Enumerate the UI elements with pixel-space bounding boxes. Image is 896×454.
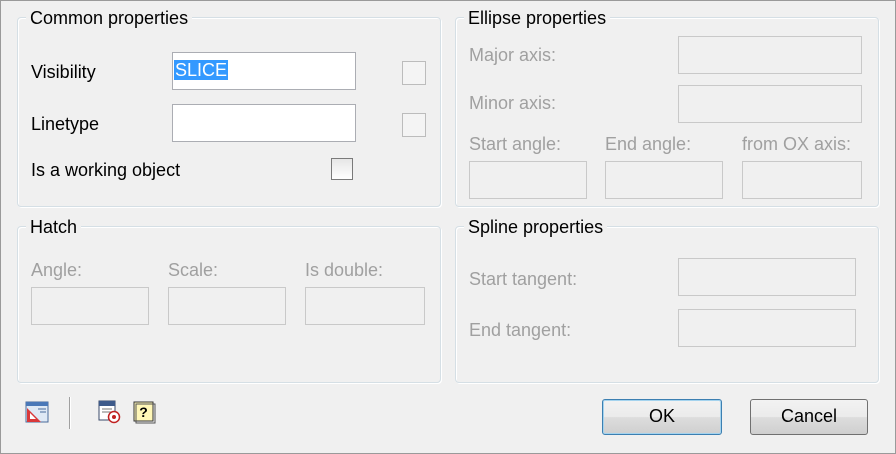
linetype-checkbox[interactable] (402, 113, 426, 137)
minor-axis-label: Minor axis: (469, 93, 557, 113)
hatch-title: Hatch (26, 217, 82, 237)
ellipse-properties-title: Ellipse properties (464, 8, 611, 28)
layer-properties-icon[interactable] (25, 400, 49, 424)
hatch-angle-label: Angle: (31, 260, 83, 280)
visibility-checkbox[interactable] (402, 61, 426, 85)
ox-axis-label: from OX axis: (742, 134, 852, 154)
start-angle-label: Start angle: (469, 134, 562, 154)
end-angle-field[interactable] (605, 161, 723, 199)
minor-axis-field[interactable] (678, 85, 862, 123)
linetype-field[interactable] (172, 104, 356, 142)
start-tangent-label: Start tangent: (469, 269, 578, 289)
hatch-scale-label: Scale: (168, 260, 219, 280)
end-tangent-label: End tangent: (469, 320, 572, 340)
cancel-button[interactable]: Cancel (750, 399, 868, 435)
visibility-field[interactable]: SLICE (172, 52, 356, 90)
hatch-scale-field[interactable] (168, 287, 286, 325)
start-angle-field[interactable] (469, 161, 587, 199)
spline-properties-title: Spline properties (464, 217, 608, 237)
major-axis-field[interactable] (678, 36, 862, 74)
ox-axis-field[interactable] (742, 161, 862, 199)
visibility-value: SLICE (174, 60, 229, 80)
svg-text:?: ? (139, 404, 148, 420)
toolbar-separator (69, 397, 70, 429)
help-icon[interactable]: ? (132, 400, 156, 424)
hatch-double-field[interactable] (305, 287, 425, 325)
working-object-label: Is a working object (31, 160, 181, 180)
major-axis-label: Major axis: (469, 45, 557, 65)
common-properties-title: Common properties (26, 8, 193, 28)
text-style-icon[interactable] (97, 400, 121, 424)
linetype-label: Linetype (31, 114, 100, 134)
ok-button[interactable]: OK (602, 399, 722, 435)
properties-dialog: Common properties Visibility SLICE Linet… (0, 0, 896, 454)
hatch-angle-field[interactable] (31, 287, 149, 325)
visibility-label: Visibility (31, 62, 96, 82)
end-tangent-field[interactable] (678, 309, 856, 347)
spline-properties-group: Spline properties (455, 217, 879, 383)
hatch-double-label: Is double: (305, 260, 384, 280)
working-object-checkbox[interactable] (331, 158, 353, 180)
start-tangent-field[interactable] (678, 258, 856, 296)
end-angle-label: End angle: (605, 134, 692, 154)
